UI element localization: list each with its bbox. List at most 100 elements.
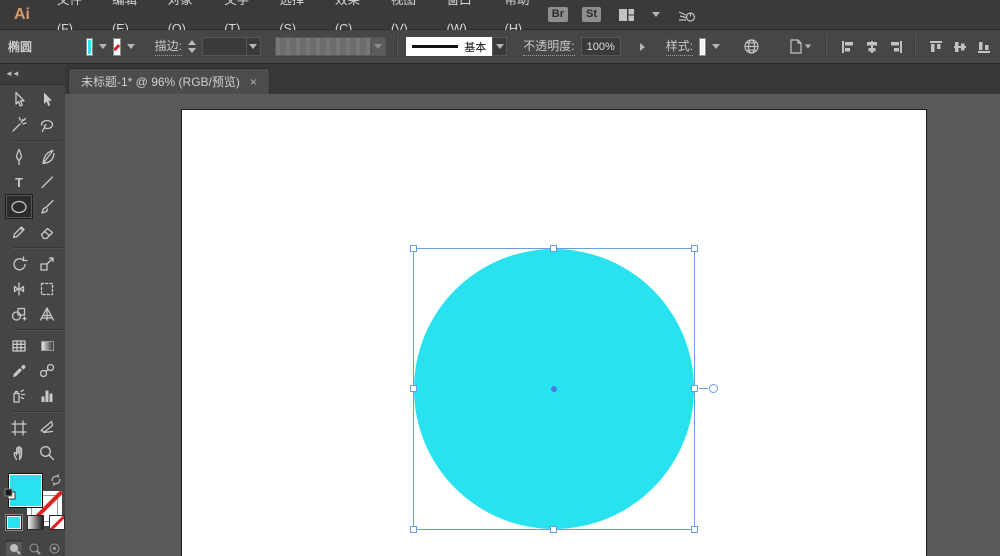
style-label[interactable]: 样式:	[666, 37, 693, 56]
divider	[13, 329, 63, 330]
control-bar: 椭圆 描边: 基本 不透明度: 100% 样式:	[0, 30, 1000, 64]
close-tab-icon[interactable]: ×	[250, 75, 257, 89]
stroke-weight-input[interactable]	[202, 37, 246, 56]
pencil-tool[interactable]	[5, 219, 33, 244]
shape-builder-tool[interactable]	[5, 301, 33, 326]
tools-panel-header: ◄◄	[0, 64, 65, 85]
stroke-color-swatch[interactable]	[113, 38, 120, 56]
align-bottom-icon[interactable]	[976, 39, 992, 55]
draw-behind-icon[interactable]	[25, 540, 43, 556]
eraser-tool[interactable]	[33, 219, 61, 244]
pen-tool[interactable]	[5, 144, 33, 169]
style-chevron-icon[interactable]	[712, 38, 720, 56]
line-segment-tool[interactable]	[33, 169, 61, 194]
cs-live-icon[interactable]	[674, 7, 700, 23]
width-tool[interactable]	[5, 276, 33, 301]
divider	[13, 247, 63, 248]
handle-bottom-left[interactable]	[410, 526, 417, 533]
tool-grid: T	[5, 85, 63, 465]
stroke-weight-chevron-icon[interactable]	[246, 37, 261, 56]
slice-tool[interactable]	[33, 415, 61, 440]
symbol-sprayer-tool[interactable]	[5, 383, 33, 408]
none-button[interactable]	[49, 515, 65, 530]
eyedropper-tool[interactable]	[5, 358, 33, 383]
opacity-input[interactable]: 100%	[581, 37, 621, 56]
curvature-tool[interactable]	[33, 144, 61, 169]
stroke-weight-stepper[interactable]	[188, 40, 196, 53]
handle-middle-left[interactable]	[410, 385, 417, 392]
fill-chevron-icon[interactable]	[99, 38, 107, 56]
draw-inside-icon[interactable]	[45, 540, 63, 556]
swap-fill-stroke-icon[interactable]	[50, 473, 62, 491]
side-widget-handle[interactable]	[709, 384, 718, 393]
stock-button[interactable]: St	[582, 7, 601, 22]
align-vertical-group	[928, 39, 992, 55]
chevron-down-icon[interactable]	[652, 12, 660, 17]
opacity-label[interactable]: 不透明度:	[523, 37, 574, 56]
svg-text:T: T	[15, 175, 23, 190]
color-button[interactable]	[6, 515, 22, 530]
handle-top-right[interactable]	[691, 245, 698, 252]
center-point[interactable]	[551, 386, 557, 392]
perspective-grid-tool[interactable]	[33, 301, 61, 326]
paintbrush-tool[interactable]	[33, 194, 61, 219]
selection-tool[interactable]	[5, 87, 33, 112]
expand-panel-chevron-icon[interactable]	[637, 43, 648, 51]
handle-top-center[interactable]	[550, 245, 557, 252]
handle-top-left[interactable]	[410, 245, 417, 252]
draw-normal-icon[interactable]	[5, 540, 23, 556]
artboard-tool[interactable]	[5, 415, 33, 440]
document-setup-icon[interactable]	[785, 38, 815, 55]
collapse-panel-icon[interactable]: ◄◄	[5, 69, 19, 78]
mesh-tool[interactable]	[5, 333, 33, 358]
width-profile-chevron-icon	[371, 37, 386, 56]
free-transform-tool[interactable]	[33, 276, 61, 301]
handle-bottom-center[interactable]	[550, 526, 557, 533]
tools-panel: ◄◄ T	[0, 64, 65, 556]
document-setup-chevron-icon[interactable]	[805, 45, 811, 49]
gradient-tool[interactable]	[33, 333, 61, 358]
zoom-tool[interactable]	[33, 440, 61, 465]
align-horizontal-center-icon[interactable]	[864, 39, 880, 55]
width-profile-preview	[275, 37, 371, 56]
bridge-button[interactable]: Br	[548, 7, 568, 22]
rotate-tool[interactable]	[5, 251, 33, 276]
divider	[13, 140, 63, 141]
brush-definition-combo[interactable]: 基本	[406, 37, 507, 56]
align-vertical-center-icon[interactable]	[952, 39, 968, 55]
default-fill-stroke-icon[interactable]	[4, 487, 16, 505]
document-tab[interactable]: 未标题-1* @ 96% (RGB/预览) ×	[68, 68, 270, 94]
lasso-tool[interactable]	[33, 112, 61, 137]
direct-selection-tool[interactable]	[33, 87, 61, 112]
document-tab-bar: 未标题-1* @ 96% (RGB/预览) ×	[65, 64, 1000, 94]
blend-tool[interactable]	[33, 358, 61, 383]
publish-globe-icon[interactable]	[740, 38, 763, 55]
ellipse-tool[interactable]	[5, 194, 33, 219]
scale-tool[interactable]	[33, 251, 61, 276]
handle-bottom-right[interactable]	[691, 526, 698, 533]
canvas[interactable]	[65, 94, 1000, 556]
stroke-chevron-icon[interactable]	[127, 38, 135, 56]
brush-chevron-icon[interactable]	[492, 37, 507, 56]
divider	[13, 411, 63, 412]
workspace-switcher-icon[interactable]	[615, 8, 638, 22]
gradient-button[interactable]	[27, 515, 43, 530]
style-swatch[interactable]	[699, 38, 706, 56]
stroke-weight-label[interactable]: 描边:	[155, 37, 182, 56]
align-left-icon[interactable]	[840, 39, 856, 55]
fill-color-swatch[interactable]	[86, 38, 93, 56]
hand-tool[interactable]	[5, 440, 33, 465]
stroke-weight-combo[interactable]	[202, 37, 261, 56]
align-right-icon[interactable]	[888, 39, 904, 55]
app-logo: Ai	[14, 6, 30, 24]
align-horizontal-group	[840, 39, 904, 55]
magic-wand-tool[interactable]	[5, 112, 33, 137]
column-graph-tool[interactable]	[33, 383, 61, 408]
side-widget-line	[699, 388, 708, 389]
handle-middle-right[interactable]	[691, 385, 698, 392]
menu-bar: Ai 文件(F) 编辑(E) 对象(O) 文字(T) 选择(S) 效果(C) 视…	[0, 0, 1000, 30]
type-tool[interactable]: T	[5, 169, 33, 194]
align-top-icon[interactable]	[928, 39, 944, 55]
brush-definition-preview[interactable]: 基本	[406, 37, 492, 56]
brush-name: 基本	[464, 39, 486, 55]
